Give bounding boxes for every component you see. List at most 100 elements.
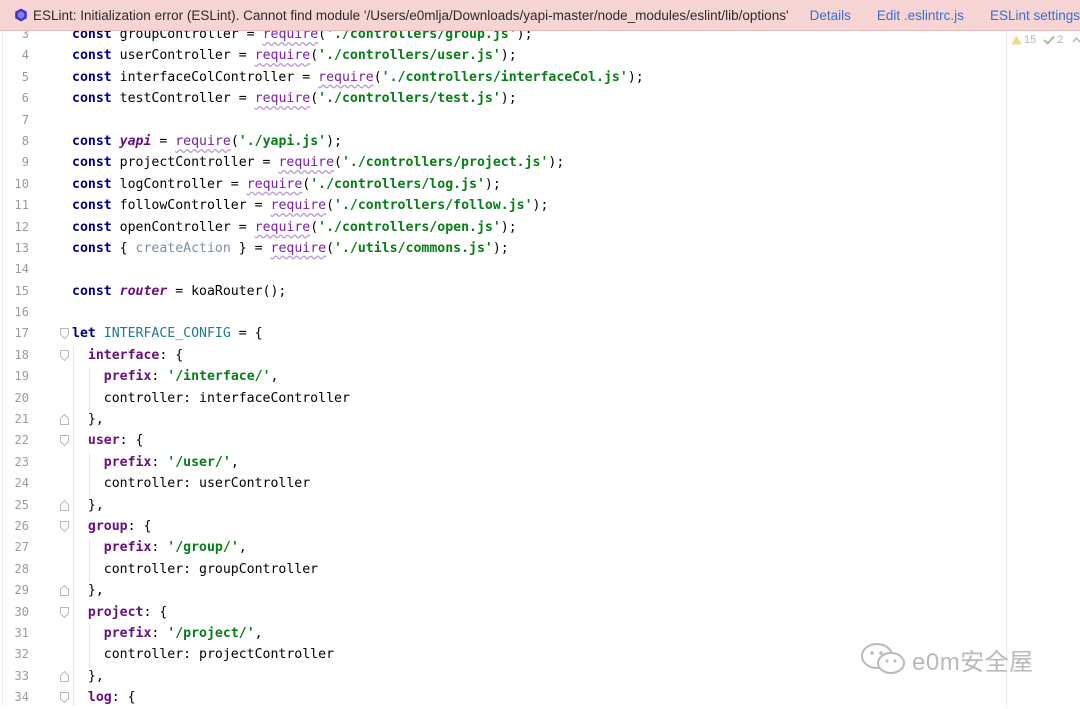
code-token: testController = — [119, 91, 255, 107]
code-token: ); — [500, 48, 517, 64]
code-line[interactable]: 14 — [0, 259, 1080, 280]
code-token: const — [72, 133, 120, 149]
fold-open-icon[interactable] — [60, 692, 69, 704]
fold-open-icon[interactable] — [60, 606, 69, 618]
code-editor[interactable]: 3 const groupController = require('./cont… — [0, 24, 1080, 709]
inspection-widget[interactable]: 15 2 — [1011, 34, 1080, 46]
code-text: prefix: '/interface/', — [72, 366, 279, 387]
code-line[interactable]: 16 — [0, 302, 1080, 323]
code-line[interactable]: 6 const testController = require('./contr… — [0, 88, 1080, 109]
code-line[interactable]: 24 controller: userController — [0, 473, 1080, 494]
code-text: const logController = require('./control… — [72, 174, 501, 195]
code-text: controller: interfaceController — [72, 388, 350, 409]
wechat-icon — [861, 643, 905, 674]
code-text: const openController = require('./contro… — [72, 217, 517, 238]
code-token: const — [72, 48, 120, 64]
code-line[interactable]: 19 prefix: '/interface/', — [0, 366, 1080, 387]
code-line[interactable]: 4 const userController = require('./contr… — [0, 45, 1080, 66]
code-line[interactable]: 25 }, — [0, 495, 1080, 516]
code-token: const — [72, 219, 120, 235]
code-token: INTERFACE_CONFIG — [103, 326, 231, 342]
code-line[interactable]: 8 const yapi = require('./yapi.js'); — [0, 131, 1080, 152]
code-text: prefix: '/project/', — [72, 623, 263, 644]
code-token: ); — [326, 133, 342, 149]
code-token: const — [72, 198, 120, 214]
line-number: 12 — [14, 219, 29, 234]
code-token: '/user/' — [167, 454, 231, 470]
code-text: const projectController = require('./con… — [72, 152, 564, 173]
code-line[interactable]: 17 let INTERFACE_CONFIG = { — [0, 323, 1080, 344]
fold-open-icon[interactable] — [60, 328, 69, 340]
code-token: projectController = — [119, 155, 279, 171]
code-line[interactable]: 18 interface: { — [0, 345, 1080, 366]
code-line[interactable]: 29 }, — [0, 580, 1080, 601]
code-token: const — [72, 176, 120, 192]
line-number: 20 — [14, 390, 29, 405]
code-token: }, — [72, 583, 104, 599]
code-line[interactable]: 11 const followController = require('./co… — [0, 195, 1080, 216]
chevron-up-icon — [1072, 36, 1080, 43]
code-token: : — [151, 540, 168, 556]
line-number: 5 — [21, 69, 29, 84]
code-line[interactable]: 27 prefix: '/group/', — [0, 537, 1080, 558]
fold-open-icon[interactable] — [60, 349, 69, 361]
code-line[interactable]: 22 user: { — [0, 430, 1080, 451]
code-token: './controllers/test.js' — [318, 91, 501, 107]
code-token: = { — [230, 326, 263, 342]
code-line[interactable]: 30 project: { — [0, 602, 1080, 623]
code-token: log — [87, 690, 112, 706]
code-token: userController = — [119, 48, 255, 64]
code-token: './controllers/project.js' — [341, 155, 549, 171]
fold-close-icon[interactable] — [60, 585, 69, 597]
line-number: 33 — [14, 668, 29, 683]
code-token: ( — [334, 155, 342, 171]
code-token: }, — [72, 412, 104, 428]
line-number: 14 — [14, 262, 29, 277]
code-token: const — [72, 91, 120, 107]
code-token: : — [151, 369, 168, 385]
code-line[interactable]: 5 const interfaceColController = require(… — [0, 67, 1080, 88]
code-line[interactable]: 10 const logController = require('./contr… — [0, 174, 1080, 195]
edit-eslintrc-link[interactable]: Edit .eslintrc.js — [877, 8, 964, 23]
fold-open-icon[interactable] — [60, 520, 69, 532]
line-number: 18 — [14, 347, 29, 362]
code-token: : — [151, 454, 168, 470]
code-line[interactable]: 12 const openController = require('./cont… — [0, 217, 1080, 238]
code-line[interactable]: 28 controller: groupController — [0, 559, 1080, 580]
code-token: { — [119, 240, 136, 256]
code-line[interactable]: 9 const projectController = require('./co… — [0, 152, 1080, 173]
code-token: : { — [143, 604, 168, 620]
code-token: controller: interfaceController — [72, 390, 350, 406]
code-line[interactable]: 34 log: { — [0, 687, 1080, 708]
code-line[interactable]: 7 — [0, 110, 1080, 131]
line-number: 32 — [14, 647, 29, 662]
code-text: controller: groupController — [72, 559, 318, 580]
code-token: createAction — [135, 240, 231, 256]
code-token: , — [230, 454, 239, 470]
code-token: : { — [159, 347, 184, 363]
code-line[interactable]: 15 const router = koaRouter(); — [0, 281, 1080, 302]
watermark: e0m安全屋 — [858, 641, 1034, 677]
code-token: ); — [532, 198, 549, 214]
code-text: }, — [72, 409, 104, 430]
code-token: yapi — [119, 133, 152, 149]
error-stripe-border — [1006, 31, 1007, 706]
code-line[interactable]: 26 group: { — [0, 516, 1080, 537]
fold-close-icon[interactable] — [60, 670, 69, 682]
code-line[interactable]: 13 const { createAction } = require('./ut… — [0, 238, 1080, 259]
fold-close-icon[interactable] — [60, 499, 69, 511]
code-line[interactable]: 21 }, — [0, 409, 1080, 430]
code-token: const — [72, 240, 120, 256]
fold-open-icon[interactable] — [60, 435, 69, 447]
code-token: , — [254, 625, 263, 641]
eslint-settings-link[interactable]: ESLint settings — [990, 8, 1080, 23]
code-token: controller: userController — [72, 476, 311, 492]
details-link[interactable]: Details — [810, 8, 851, 23]
code-line[interactable]: 20 controller: interfaceController — [0, 388, 1080, 409]
line-number: 4 — [21, 48, 29, 63]
code-line[interactable]: 23 prefix: '/user/', — [0, 452, 1080, 473]
code-token: controller: projectController — [72, 647, 335, 663]
fold-close-icon[interactable] — [60, 414, 69, 426]
